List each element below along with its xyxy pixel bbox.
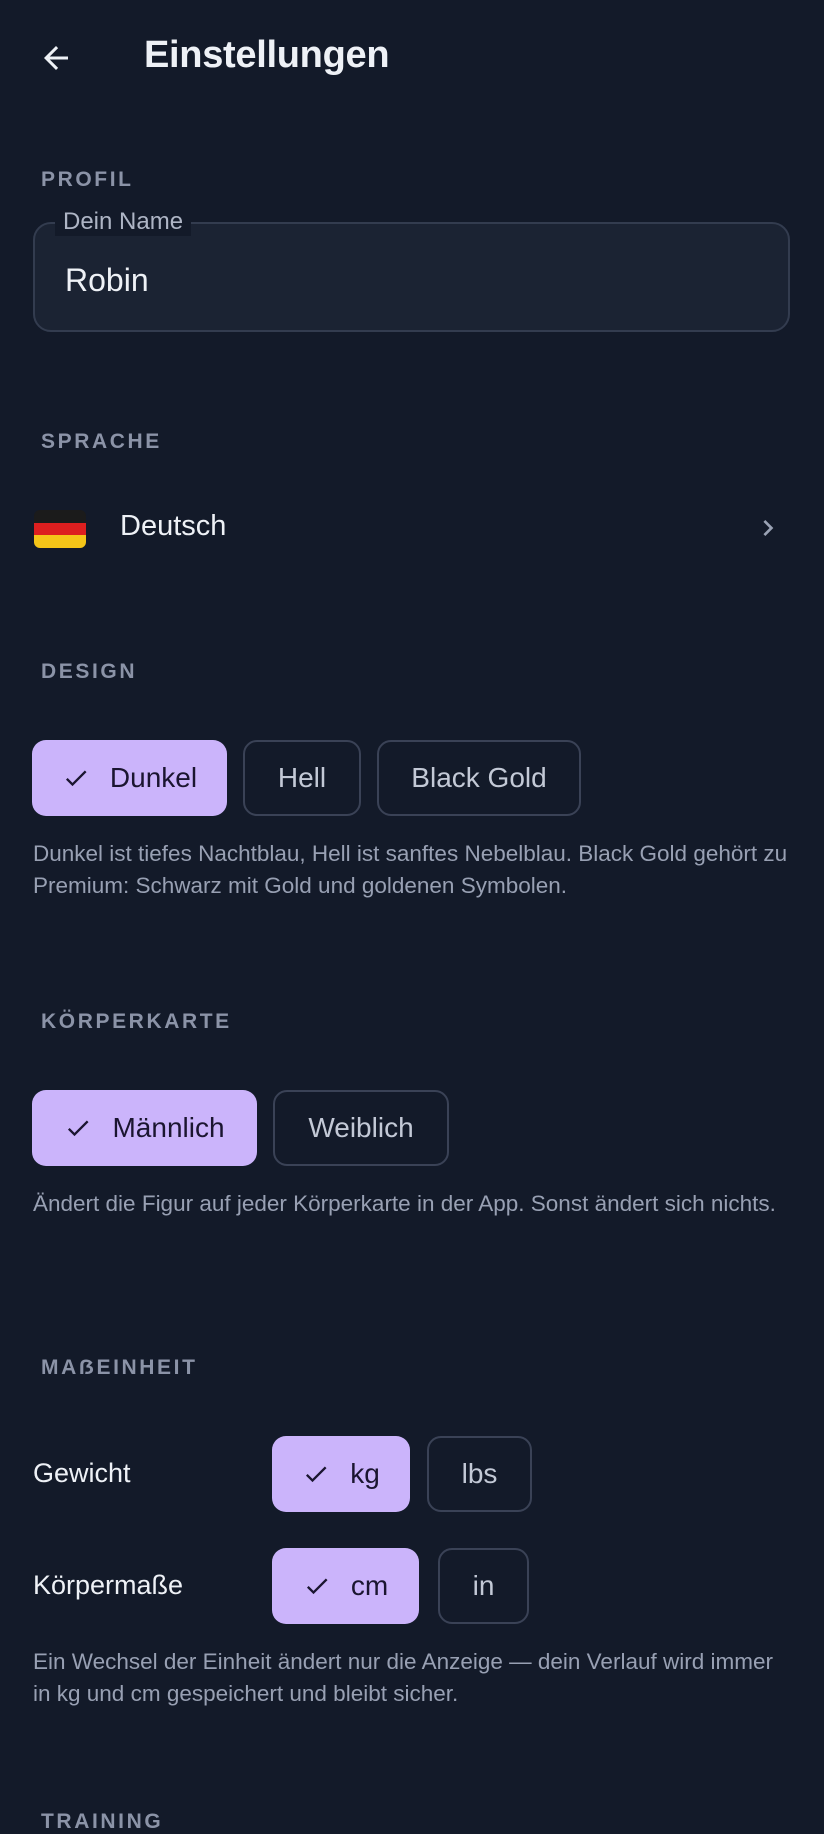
check-icon [306,1466,327,1483]
page-title: Einstellungen [144,34,390,76]
name-input[interactable] [65,260,745,300]
name-field[interactable]: Dein Name [33,208,790,332]
check-icon [306,1578,328,1595]
chip-label: kg [350,1458,380,1489]
body-map-description: Ändert die Figur auf jeder Körperkarte i… [33,1191,776,1216]
units-description: Ein Wechsel der Einheit ändert nur die A… [33,1649,773,1706]
chip-label: Black Gold [411,762,547,793]
check-icon [68,1120,89,1137]
body-chip-maennlich[interactable]: Männlich [32,1090,257,1166]
measure-label: Körpermaße [33,1570,184,1600]
chevron-right-icon [763,520,774,536]
theme-chip-hell[interactable]: Hell [243,740,361,816]
flag-germany-icon [34,510,86,548]
name-field-label: Dein Name [55,208,192,236]
theme-chip-dunkel[interactable]: Dunkel [32,740,227,816]
chip-label: Männlich [112,1112,225,1143]
section-label-training: TRAINING [41,1810,164,1833]
chip-label: cm [350,1570,389,1601]
chip-label: Dunkel [109,762,198,793]
section-label-units: MAẞEINHEIT [41,1356,198,1379]
section-label-language: SPRACHE [41,430,162,453]
section-label-design: DESIGN [41,660,138,683]
design-description: Dunkel ist tiefes Nachtblau, Hell ist sa… [33,841,788,898]
measure-chip-in[interactable]: in [438,1548,529,1624]
language-selector-row[interactable]: Deutsch [0,490,824,566]
back-button[interactable] [28,30,84,86]
top-app-bar: Einstellungen [0,0,824,112]
section-label-body-map: KÖRPERKARTE [41,1010,232,1033]
measure-chip-cm[interactable]: cm [272,1548,419,1624]
weight-label: Gewicht [33,1458,131,1488]
section-label-profile: PROFIL [41,168,134,191]
chip-label: Hell [277,762,327,793]
body-chip-weiblich[interactable]: Weiblich [273,1090,449,1166]
check-icon [65,770,87,787]
chip-label: in [472,1570,495,1601]
chip-label: lbs [461,1458,498,1489]
language-value: Deutsch [120,510,227,542]
arrow-left-icon [44,46,68,70]
chip-label: Weiblich [308,1112,414,1143]
weight-chip-lbs[interactable]: lbs [427,1436,532,1512]
theme-chip-black-gold[interactable]: Black Gold [377,740,581,816]
weight-chip-kg[interactable]: kg [272,1436,410,1512]
